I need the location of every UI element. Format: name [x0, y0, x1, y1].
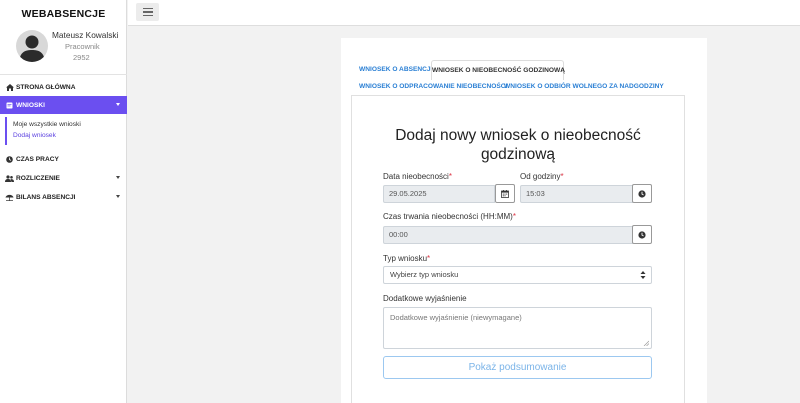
notes-textarea[interactable]: Dodatkowe wyjaśnienie (niewymagane) — [383, 307, 652, 349]
sidebar-submenu: Moje wszystkie wnioski Dodaj wniosek — [5, 117, 125, 145]
select-arrows-icon — [640, 271, 646, 279]
tab-absence-request[interactable]: WNIOSEK O ABSENCJE — [359, 66, 435, 73]
sidebar-item-wnioski[interactable]: WNIOSKI — [0, 96, 127, 114]
sidebar: WEBABSENCJE Mateusz Kowalski Pracownik 2… — [0, 0, 127, 403]
chevron-down-icon — [116, 176, 120, 179]
notes-placeholder: Dodatkowe wyjaśnienie (niewymagane) — [390, 313, 522, 322]
date-label: Data nieobecności* — [383, 172, 452, 181]
show-summary-button[interactable]: Pokaż podsumowanie — [383, 356, 652, 379]
tab-overtime-leave-request[interactable]: WNIOSEK O ODBIÓR WOLNEGO ZA NADGODZINY — [504, 83, 664, 90]
date-input[interactable]: 29.05.2025 — [383, 185, 495, 203]
calendar-button[interactable] — [495, 184, 515, 203]
from-hour-label: Od godziny* — [520, 172, 564, 181]
sidebar-item-czas-pracy[interactable]: CZAS PRACY — [0, 150, 127, 168]
form-title: Dodaj nowy wniosek o nieobecność godzino… — [351, 126, 685, 164]
clock-icon — [638, 230, 646, 239]
top-bar — [128, 0, 800, 26]
avatar — [16, 30, 48, 62]
subnav-item-all-requests[interactable]: Moje wszystkie wnioski — [13, 121, 81, 128]
hamburger-icon — [142, 8, 153, 10]
request-type-select[interactable]: Wybierz typ wniosku — [383, 266, 652, 284]
sidebar-item-label: WNIOSKI — [16, 101, 45, 109]
tab-hourly-absence-request[interactable]: WNIOSEK O NIEOBECNOŚĆ GODZINOWĄ — [431, 60, 565, 80]
user-role: Pracownik — [65, 42, 100, 51]
subnav-item-add-request[interactable]: Dodaj wniosek — [13, 132, 56, 139]
sidebar-item-label: STRONA GŁÓWNA — [16, 83, 76, 91]
sidebar-item-label: BILANS ABSENCJI — [16, 193, 76, 201]
form-title-line2: godzinową — [480, 146, 556, 163]
tab-makeup-request[interactable]: WNIOSEK O ODPRACOWANIE NIEOBECNOŚCI — [359, 83, 507, 90]
request-type-value: Wybierz typ wniosku — [390, 270, 459, 279]
sidebar-item-home[interactable]: STRONA GŁÓWNA — [0, 78, 127, 96]
calendar-icon — [501, 189, 509, 198]
type-label: Typ wniosku* — [383, 254, 431, 263]
beach-umbrella-icon — [5, 194, 14, 201]
duration-input[interactable]: 00:00 — [383, 226, 633, 244]
app-title: WEBABSENCJE — [21, 8, 106, 20]
menu-toggle-button[interactable] — [136, 3, 159, 21]
notes-label: Dodatkowe wyjaśnienie — [383, 294, 467, 303]
document-icon — [5, 102, 14, 109]
sidebar-item-bilans[interactable]: BILANS ABSENCJI — [0, 188, 127, 206]
duration-label: Czas trwania nieobecności (HH:MM)* — [383, 212, 516, 221]
duration-clock-button[interactable] — [632, 225, 652, 244]
sidebar-item-label: ROZLICZENIE — [16, 174, 60, 182]
resize-handle-icon[interactable] — [643, 340, 649, 346]
form-title-line1: Dodaj nowy wniosek o nieobecność — [395, 127, 641, 144]
sidebar-item-label: CZAS PRACY — [16, 155, 59, 163]
home-icon — [5, 83, 14, 91]
chevron-down-icon — [116, 103, 120, 106]
from-hour-clock-button[interactable] — [632, 184, 652, 203]
user-id: 2952 — [73, 53, 90, 62]
from-hour-input[interactable]: 15:03 — [520, 185, 633, 203]
users-icon — [5, 174, 14, 182]
user-name: Mateusz Kowalski — [52, 30, 119, 40]
sidebar-item-rozliczenie[interactable]: ROZLICZENIE — [0, 169, 127, 187]
clock-icon — [638, 189, 646, 198]
chevron-down-icon — [116, 195, 120, 198]
clock-icon — [5, 155, 14, 163]
sidebar-divider — [0, 74, 127, 75]
